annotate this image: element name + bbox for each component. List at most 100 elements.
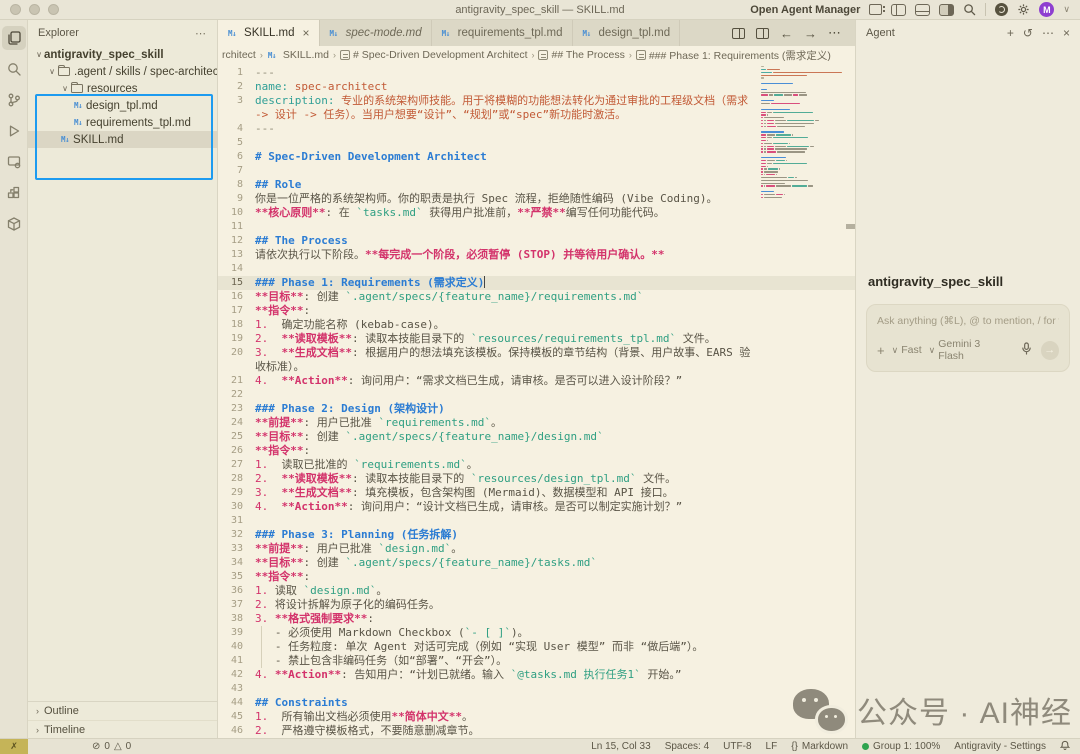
agent-manager-icon[interactable] [869,4,882,15]
code-line-41[interactable]: 41 - 禁止包含非编码任务（如“部署”、“开会”）。 [218,654,855,668]
problems-status[interactable]: ⊘0 △0 [92,741,131,752]
code-line-26[interactable]: 26**指令**: [218,444,855,458]
send-button[interactable]: → [1041,341,1059,360]
code-line-5[interactable]: 5 [218,136,855,150]
status-item-ln-15-col-33[interactable]: Ln 15, Col 33 [591,741,651,752]
status-item-antigravity-settings[interactable]: Antigravity - Settings [954,741,1046,752]
editor[interactable]: 1---2name: spec-architect3description: 专… [218,64,855,738]
code-line-15[interactable]: 15### Phase 1: Requirements (需求定义) [218,276,855,290]
history-icon[interactable]: ↺ [1023,26,1033,40]
explorer-icon[interactable] [2,26,26,50]
code-line-11[interactable]: 11 [218,220,855,234]
code-line-13[interactable]: 13请依次执行以下阶段。**每完成一个阶段，必须暂停 (STOP) 并等待用户确… [218,248,855,262]
code-line-3[interactable]: 3description: 专业的系统架构师技能。用于将模糊的功能想法转化为通过… [218,94,855,122]
code-line-2[interactable]: 2name: spec-architect [218,80,855,94]
remote-explorer-icon[interactable] [2,150,26,174]
avatar[interactable]: M [1039,2,1054,17]
breadcrumb-item[interactable]: rchitect [222,49,256,61]
forward-icon[interactable]: → [804,26,817,41]
code-line-22[interactable]: 22 [218,388,855,402]
status-item-markdown[interactable]: {}Markdown [791,741,848,752]
tree-item-antigravity_spec_skill[interactable]: ∨antigravity_spec_skill [28,46,217,63]
toggle-left-panel-icon[interactable] [891,4,906,16]
code-line-39[interactable]: 39 - 必须使用 Markdown Checkbox (`- [ ]`)。 [218,626,855,640]
code-line-20[interactable]: 203. **生成文档**: 根据用户的想法填充该模板。保持模板的章节结构（背景… [218,346,855,374]
model-dropdown[interactable]: ∨Gemini 3 Flash [929,338,1007,362]
section-outline[interactable]: ›Outline [28,702,217,720]
tab-requirements_tpl.md[interactable]: M↓requirements_tpl.md [432,20,573,46]
agent-input-card[interactable]: Ask anything (⌘L), @ to mention, / for w… [866,304,1070,372]
search-sidebar-icon[interactable] [2,57,26,81]
tree-item-design_tpl.md[interactable]: M↓design_tpl.md [28,97,217,114]
code-line-44[interactable]: 44## Constraints [218,696,855,710]
code-line-6[interactable]: 6# Spec-Driven Development Architect [218,150,855,164]
toggle-bottom-panel-icon[interactable] [915,4,930,16]
search-icon[interactable] [963,3,976,16]
package-icon[interactable] [2,212,26,236]
tree-item-.agentskillsspec-architect[interactable]: ∨.agent / skills / spec-architect [28,63,217,80]
code-line-42[interactable]: 424. **Action**: 告知用户：“计划已就绪。输入 `@tasks.… [218,668,855,682]
tab-SKILL.md[interactable]: M↓SKILL.md× [218,20,320,46]
window-controls[interactable] [0,4,70,15]
editor-more-icon[interactable]: ⋯ [828,25,841,41]
code-line-37[interactable]: 372. 将设计拆解为原子化的编码任务。 [218,598,855,612]
code-line-28[interactable]: 282. **读取模板**: 读取本技能目录下的 `resources/desi… [218,472,855,486]
status-item-group-1-100-[interactable]: Group 1: 100% [862,741,940,752]
breadcrumb-item[interactable]: # Spec-Driven Development Architect [340,49,528,61]
code-line-23[interactable]: 23### Phase 2: Design (架构设计) [218,402,855,416]
status-item-lf[interactable]: LF [766,741,778,752]
code-line-1[interactable]: 1--- [218,66,855,80]
back-icon[interactable]: ← [780,26,793,41]
code-line-35[interactable]: 35**指令**: [218,570,855,584]
code-line-25[interactable]: 25**目标**: 创建 `.agent/specs/{feature_name… [218,430,855,444]
attach-icon[interactable]: + [877,343,885,358]
mode-dropdown[interactable]: ∨Fast [892,344,922,356]
gear-icon[interactable] [1017,3,1030,16]
scrollbar-thumb[interactable] [846,224,855,229]
code-line-38[interactable]: 383. **格式强制要求**: [218,612,855,626]
minimap[interactable] [761,66,847,200]
code-line-43[interactable]: 43 [218,682,855,696]
agent-more-icon[interactable]: ⋯ [1042,26,1054,40]
code-line-14[interactable]: 14 [218,262,855,276]
code-line-9[interactable]: 9你是一位严格的系统架构师。你的职责是执行 Spec 流程，拒绝随性编码 (Vi… [218,192,855,206]
code-line-18[interactable]: 181. 确定功能名称 (kebab-case)。 [218,318,855,332]
open-agent-manager-button[interactable]: Open Agent Manager [750,4,860,16]
source-control-icon[interactable] [2,88,26,112]
code-line-27[interactable]: 271. 读取已批准的 `requirements.md`。 [218,458,855,472]
agent-input-placeholder[interactable]: Ask anything (⌘L), @ to mention, / for w… [877,315,1059,327]
status-item-utf-8[interactable]: UTF-8 [723,741,751,752]
status-item-spaces-4[interactable]: Spaces: 4 [665,741,709,752]
breadcrumb-item[interactable]: ## The Process [538,49,624,61]
code-line-36[interactable]: 361. 读取 `design.md`。 [218,584,855,598]
window-close-button[interactable] [10,4,21,15]
code-line-32[interactable]: 32### Phase 3: Planning (任务拆解) [218,528,855,542]
code-area[interactable]: 1---2name: spec-architect3description: 专… [218,66,855,738]
tab-design_tpl.md[interactable]: M↓design_tpl.md [573,20,681,46]
microphone-icon[interactable] [1021,342,1032,358]
code-line-21[interactable]: 214. **Action**: 询问用户：“需求文档已生成，请审核。是否可以进… [218,374,855,388]
code-line-7[interactable]: 7 [218,164,855,178]
close-icon[interactable]: × [303,26,310,40]
breadcrumb-item[interactable]: ### Phase 1: Requirements (需求定义) [636,48,831,63]
tree-item-resources[interactable]: ∨resources [28,80,217,97]
code-line-24[interactable]: 24**前提**: 用户已批准 `requirements.md`。 [218,416,855,430]
code-line-46[interactable]: 462. 严格遵守模板格式，不要随意删减章节。 [218,724,855,738]
toggle-right-panel-icon[interactable] [939,4,954,16]
section-timeline[interactable]: ›Timeline [28,720,217,738]
close-panel-icon[interactable]: × [1063,26,1070,40]
code-line-34[interactable]: 34**目标**: 创建 `.agent/specs/{feature_name… [218,556,855,570]
code-line-4[interactable]: 4--- [218,122,855,136]
new-chat-icon[interactable]: + [1007,26,1014,40]
split-editor-icon[interactable] [732,28,745,39]
code-line-45[interactable]: 451. 所有输出文档必须使用**简体中文**。 [218,710,855,724]
code-line-31[interactable]: 31 [218,514,855,528]
code-line-19[interactable]: 192. **读取模板**: 读取本技能目录下的 `resources/requ… [218,332,855,346]
breadcrumb-item[interactable]: M↓SKILL.md [267,49,329,61]
code-line-30[interactable]: 304. **Action**: 询问用户：“设计文档已生成，请审核。是否可以制… [218,500,855,514]
chevron-down-icon[interactable]: ∨ [1063,4,1070,15]
extensions-icon[interactable] [2,181,26,205]
code-line-10[interactable]: 10**核心原则**: 在 `tasks.md` 获得用户批准前，**严禁**编… [218,206,855,220]
window-zoom-button[interactable] [48,4,59,15]
code-line-12[interactable]: 12## The Process [218,234,855,248]
